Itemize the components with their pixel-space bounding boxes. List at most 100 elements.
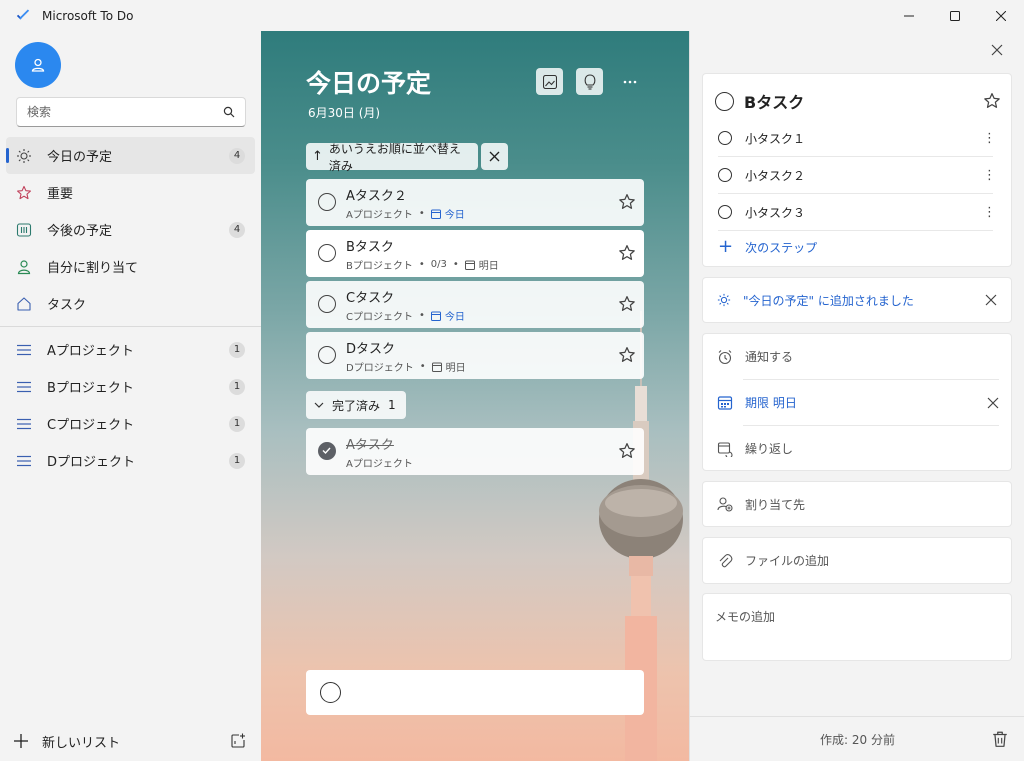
star-icon[interactable] — [618, 442, 636, 460]
sidebar-item-my-day[interactable]: 今日の予定 4 — [6, 137, 255, 174]
task-complete-checkbox[interactable] — [318, 295, 336, 313]
step-more-icon[interactable]: ⋮ — [983, 132, 996, 145]
list-icon — [17, 418, 31, 429]
sort-label: あいうえお順に並べ替え済み — [328, 141, 461, 173]
suggestions-button[interactable] — [576, 68, 603, 95]
close-icon — [996, 10, 1006, 21]
star-icon[interactable] — [618, 193, 636, 211]
list-label: Aプロジェクト — [47, 344, 134, 359]
assign-to-button[interactable]: 割り当て先 — [702, 481, 1012, 527]
detail-task-title[interactable]: Bタスク — [744, 89, 983, 113]
calendar-icon — [431, 362, 442, 372]
task-meta: Bプロジェクト • 0/3 • 明日 — [346, 259, 499, 272]
new-list-button[interactable]: 新しいリスト — [0, 721, 261, 761]
task-title: Dタスク — [346, 342, 396, 357]
star-icon[interactable] — [618, 346, 636, 364]
remove-from-my-day-icon[interactable] — [985, 294, 997, 306]
sidebar-list-c[interactable]: Cプロジェクト 1 — [6, 405, 255, 442]
sort-indicator[interactable]: ↑ あいうえお順に並べ替え済み — [306, 142, 478, 173]
task-complete-checkbox[interactable] — [318, 346, 336, 364]
count-badge: 1 — [229, 378, 245, 395]
task-title: Aタスク２ — [346, 189, 407, 204]
list-icon — [17, 381, 31, 392]
calendar-icon — [430, 311, 441, 321]
search-box[interactable] — [16, 97, 246, 127]
avatar[interactable] — [15, 42, 61, 88]
assign-person-icon — [717, 497, 733, 512]
next-step-label: 次のステップ — [745, 240, 818, 255]
task-complete-checkbox[interactable] — [318, 442, 336, 460]
repeat-button[interactable]: 繰り返し — [717, 426, 999, 471]
new-list-label: 新しいリスト — [42, 735, 121, 751]
count-badge: 1 — [229, 452, 245, 469]
title-bar: Microsoft To Do — [0, 0, 1024, 31]
task-due-label: 明日 — [478, 261, 499, 272]
step-checkbox[interactable] — [718, 168, 732, 182]
star-icon[interactable] — [618, 295, 636, 313]
step-more-icon[interactable]: ⋮ — [983, 206, 996, 219]
more-icon — [623, 80, 636, 83]
task-due-label: 今日 — [444, 312, 465, 323]
close-window-button[interactable] — [978, 0, 1024, 31]
next-step-button[interactable]: + 次のステップ — [718, 238, 817, 256]
task-item[interactable]: Dタスク Dプロジェクト • 明日 — [306, 332, 644, 379]
step-item[interactable]: 小タスク３ ⋮ — [718, 194, 996, 231]
step-item[interactable]: 小タスク１ ⋮ — [718, 120, 996, 157]
step-label: 小タスク３ — [745, 205, 806, 220]
page-date: 6月30日 (月) — [308, 106, 381, 120]
close-icon[interactable] — [990, 43, 1004, 57]
step-checkbox[interactable] — [718, 205, 732, 219]
maximize-button[interactable] — [932, 0, 978, 31]
task-complete-checkbox[interactable] — [318, 193, 336, 211]
star-icon[interactable] — [618, 244, 636, 262]
add-file-button[interactable]: ファイルの追加 — [702, 537, 1012, 584]
due-date-button[interactable]: 期限 明日 — [717, 380, 999, 425]
background-button[interactable] — [536, 68, 563, 95]
completed-toggle[interactable]: 完了済み 1 — [306, 391, 406, 419]
task-item[interactable]: Bタスク Bプロジェクト • 0/3 • 明日 — [306, 230, 644, 277]
task-due-label: 今日 — [444, 210, 465, 221]
added-to-my-day[interactable]: "今日の予定" に追加されました — [702, 277, 1012, 323]
note-input[interactable]: メモの追加 — [702, 593, 1012, 661]
app-logo-icon — [16, 8, 30, 19]
sidebar-item-assigned[interactable]: 自分に割り当て — [6, 248, 255, 285]
divider — [0, 326, 261, 327]
sidebar-list-d[interactable]: Dプロジェクト 1 — [6, 442, 255, 479]
count-badge: 4 — [229, 147, 245, 164]
step-more-icon[interactable]: ⋮ — [983, 169, 996, 182]
alarm-icon — [718, 349, 732, 364]
trash-icon[interactable] — [991, 730, 1009, 748]
count-badge: 1 — [229, 341, 245, 358]
sidebar-item-label: 重要 — [47, 187, 74, 202]
page-title: 今日の予定 — [306, 69, 432, 98]
new-group-button[interactable] — [227, 730, 249, 752]
add-task-input[interactable] — [306, 670, 644, 715]
minimize-icon — [904, 15, 914, 16]
sidebar-item-planned[interactable]: 今後の予定 4 — [6, 211, 255, 248]
task-meta: Aプロジェクト • 今日 — [346, 208, 465, 221]
sidebar-item-important[interactable]: 重要 — [6, 174, 255, 211]
task-complete-checkbox[interactable] — [318, 244, 336, 262]
step-checkbox[interactable] — [718, 131, 732, 145]
remind-me-button[interactable]: 通知する — [717, 334, 999, 379]
completed-label: 完了済み — [332, 398, 381, 413]
sidebar-item-tasks[interactable]: タスク — [6, 285, 255, 322]
calendar-grid-icon — [16, 222, 32, 237]
task-complete-checkbox[interactable] — [715, 91, 734, 111]
sidebar-list-b[interactable]: Bプロジェクト 1 — [6, 368, 255, 405]
task-item[interactable]: Aタスク２ Aプロジェクト • 今日 — [306, 179, 644, 226]
search-input[interactable] — [27, 105, 223, 119]
chevron-down-icon — [314, 402, 324, 408]
search-icon[interactable] — [223, 106, 235, 118]
completed-task-item[interactable]: Aタスク Aプロジェクト — [306, 428, 644, 475]
clear-sort-button[interactable] — [481, 143, 508, 170]
star-icon[interactable] — [983, 92, 1001, 110]
minimize-button[interactable] — [886, 0, 932, 31]
more-options-button[interactable] — [616, 68, 643, 95]
remove-due-date-icon[interactable] — [987, 397, 999, 409]
step-item[interactable]: 小タスク２ ⋮ — [718, 157, 996, 194]
task-item[interactable]: Cタスク Cプロジェクト • 今日 — [306, 281, 644, 328]
sidebar-list-a[interactable]: Aプロジェクト 1 — [6, 331, 255, 368]
task-due: 今日 — [430, 308, 465, 323]
paperclip-icon — [719, 553, 733, 567]
